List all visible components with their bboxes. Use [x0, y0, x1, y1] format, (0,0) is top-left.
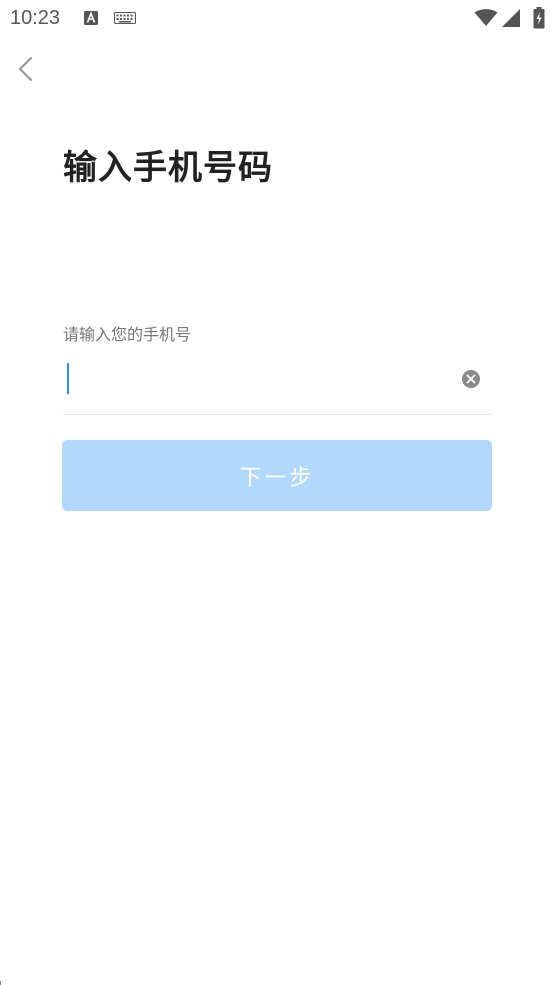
phone-field [63, 356, 491, 415]
status-bar: 10:23 [0, 0, 554, 38]
page-title: 输入手机号码 [63, 148, 273, 188]
text-caret [67, 363, 69, 394]
signal-icon [502, 9, 520, 27]
wifi-icon [474, 9, 498, 26]
clear-button[interactable] [461, 369, 481, 389]
back-button[interactable] [10, 52, 44, 86]
status-time: 10:23 [10, 7, 61, 29]
keyboard-icon [114, 12, 136, 24]
phone-input[interactable] [63, 356, 453, 412]
battery-icon [533, 7, 545, 29]
a-notification-icon [84, 11, 98, 25]
edge-marker [0, 981, 5, 985]
chevron-left-icon [18, 56, 33, 82]
clear-circle-icon [462, 370, 480, 388]
phone-label: 请输入您的手机号 [63, 325, 192, 344]
next-button[interactable]: 下一步 [62, 440, 492, 511]
